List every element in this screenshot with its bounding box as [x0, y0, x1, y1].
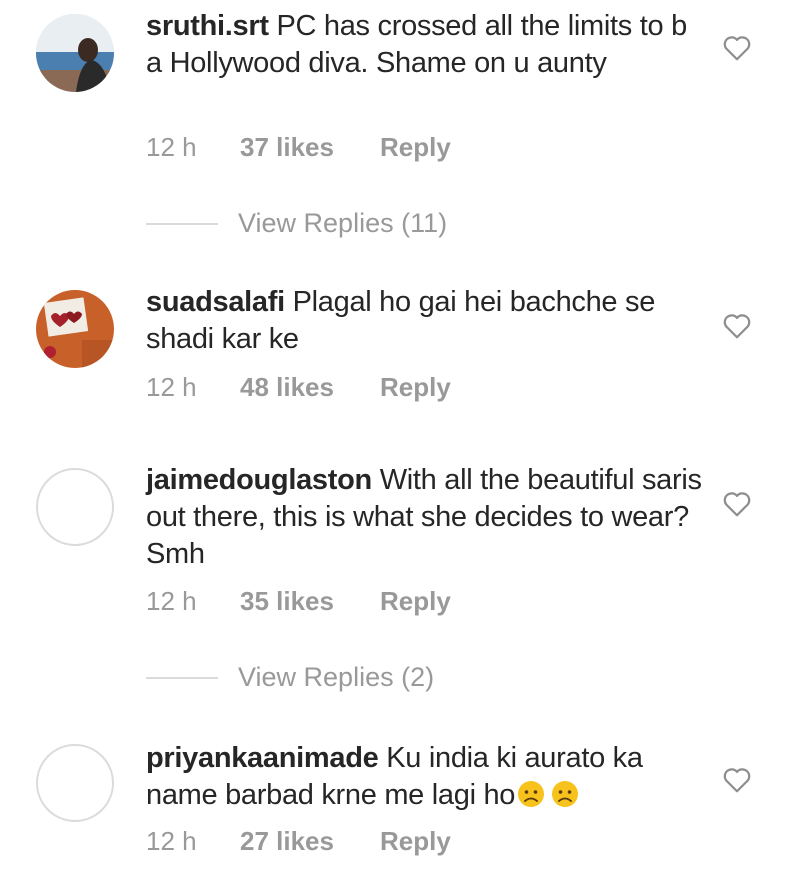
reply-button[interactable]: Reply: [380, 372, 451, 403]
heart-outline-icon[interactable]: [722, 766, 752, 794]
comment-username[interactable]: priyankaanimade: [146, 742, 379, 774]
comment-text: jaimedouglaston With all the beautiful s…: [146, 462, 706, 573]
view-replies-label: View Replies (2): [238, 662, 435, 692]
comment-meta: 12 h 48 likes Reply: [146, 372, 451, 403]
heart-outline-icon[interactable]: [722, 34, 752, 62]
comment-time: 12 h: [146, 586, 197, 616]
comment-username[interactable]: suadsalafi: [146, 286, 285, 318]
heart-outline-icon[interactable]: [722, 312, 752, 340]
profile-photo-icon: [36, 14, 114, 92]
comment-username[interactable]: sruthi.srt: [146, 10, 269, 42]
avatar[interactable]: [36, 14, 114, 92]
profile-photo-icon: [36, 290, 114, 368]
view-replies-button[interactable]: View Replies (2): [146, 662, 434, 693]
reply-button[interactable]: Reply: [380, 586, 451, 617]
avatar[interactable]: [36, 290, 114, 368]
comment-text: sruthi.srt PC has crossed all the limits…: [146, 8, 706, 82]
comment-likes[interactable]: 35 likes: [240, 586, 380, 617]
comment-text: suadsalafi Plagal ho gai hei bachche se …: [146, 284, 706, 358]
default-avatar[interactable]: [36, 468, 114, 546]
view-replies-label: View Replies (11): [238, 208, 448, 238]
reply-button[interactable]: Reply: [380, 132, 451, 163]
replies-divider-line: [146, 676, 218, 679]
comment-time: 12 h: [146, 372, 197, 402]
default-avatar[interactable]: [36, 744, 114, 822]
comment-likes[interactable]: 27 likes: [240, 826, 380, 857]
comment-likes[interactable]: 48 likes: [240, 372, 380, 403]
comment-time: 12 h: [146, 826, 197, 856]
comment-text: priyankaanimade Ku india ki aurato ka na…: [146, 740, 706, 814]
heart-outline-icon[interactable]: [722, 490, 752, 518]
comment-meta: 12 h 37 likes Reply: [146, 132, 451, 163]
comment-username[interactable]: jaimedouglaston: [146, 464, 372, 496]
replies-divider-line: [146, 222, 218, 225]
comment-meta: 12 h 35 likes Reply: [146, 586, 451, 617]
comment-time: 12 h: [146, 132, 197, 162]
comment-meta: 12 h 27 likes Reply: [146, 826, 451, 857]
view-replies-button[interactable]: View Replies (11): [146, 208, 447, 239]
comment-likes[interactable]: 37 likes: [240, 132, 380, 163]
reply-button[interactable]: Reply: [380, 826, 451, 857]
confused-face-emoji: [552, 781, 579, 807]
confused-face-emoji: [518, 781, 545, 807]
